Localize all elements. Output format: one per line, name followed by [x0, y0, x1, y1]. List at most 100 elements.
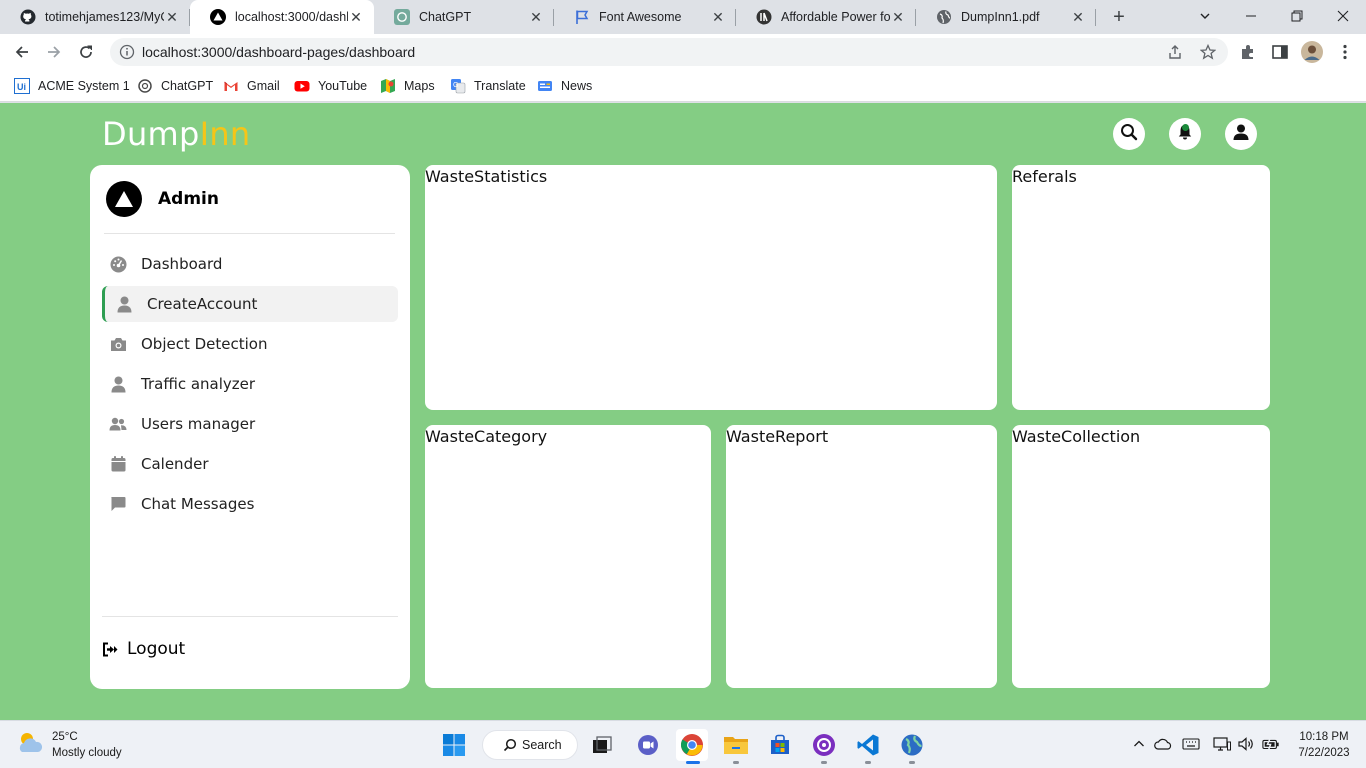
sidebar-item-users-manager[interactable]: Users manager [102, 406, 398, 442]
menu-kebab-icon[interactable] [1336, 43, 1354, 61]
reload-icon[interactable] [74, 40, 98, 64]
bookmark-chatgpt[interactable]: ChatGPT [137, 76, 213, 96]
tab-label: totimehjames123/MyC [45, 10, 164, 24]
bookmark-label: ChatGPT [161, 79, 214, 93]
weather-temp: 25°C [52, 731, 78, 743]
sidebar-item-calender[interactable]: Calender [102, 446, 398, 482]
profile-avatar[interactable] [1301, 41, 1323, 63]
bookmark-youtube[interactable]: YouTube [294, 76, 367, 96]
search-icon [1120, 123, 1138, 146]
chrome-taskbar-icon[interactable] [676, 729, 708, 764]
url-text[interactable]: localhost:3000/dashboard-pages/dashboard [142, 44, 415, 60]
card-waste-report: WasteReport [726, 425, 997, 688]
close-icon[interactable]: ✕ [348, 9, 364, 25]
bookmark-label: YouTube [318, 79, 368, 93]
sidebar-item-traffic-analyzer[interactable]: Traffic analyzer [102, 366, 398, 402]
bookmark-translate[interactable]: G Translate [450, 76, 526, 96]
address-bar[interactable]: localhost:3000/dashboard-pages/dashboard [110, 38, 1228, 66]
card-title: WasteStatistics [425, 167, 548, 186]
file-explorer-icon[interactable] [720, 729, 752, 764]
notifications-button[interactable] [1169, 118, 1201, 150]
side-panel-icon[interactable] [1271, 43, 1289, 61]
minimize-icon[interactable] [1228, 0, 1274, 30]
close-icon[interactable]: ✕ [890, 9, 906, 25]
vscode-icon[interactable] [852, 729, 884, 764]
close-icon[interactable]: ✕ [1070, 9, 1086, 25]
tab-github[interactable]: totimehjames123/MyC ✕ [0, 0, 190, 34]
sidebar-item-chat-messages[interactable]: Chat Messages [102, 486, 398, 522]
logout-button[interactable]: Logout [102, 637, 185, 661]
tab-label: Affordable Power for T [781, 10, 890, 24]
chevron-up-icon[interactable] [1130, 735, 1148, 753]
tab-search-icon[interactable] [1182, 0, 1228, 30]
tab-affordable-power[interactable]: Affordable Power for T ✕ [736, 0, 916, 34]
github-desktop-icon[interactable] [808, 729, 840, 764]
back-arrow-icon[interactable] [10, 40, 34, 64]
message-icon [109, 495, 127, 513]
news-icon [537, 78, 553, 94]
task-view-icon[interactable] [586, 729, 618, 761]
display-icon[interactable] [1213, 735, 1231, 753]
windows-start-icon[interactable] [438, 729, 470, 761]
tab-label: localhost:3000/dashbo [235, 10, 348, 24]
users-icon [109, 415, 127, 433]
weather-widget[interactable]: 25°C Mostly cloudy [16, 729, 122, 761]
info-icon[interactable] [119, 44, 135, 60]
window-close-icon[interactable] [1320, 0, 1366, 30]
card-waste-collection: WasteCollection [1012, 425, 1270, 688]
extensions-icon[interactable] [1239, 43, 1257, 61]
flag-icon [574, 9, 590, 25]
close-icon[interactable]: ✕ [164, 9, 180, 25]
battery-icon[interactable] [1262, 735, 1280, 753]
logout-label: Logout [127, 639, 186, 659]
profile-button[interactable] [1225, 118, 1257, 150]
sidebar-item-create-account[interactable]: CreateAccount [102, 286, 398, 322]
new-tab-button[interactable]: + [1108, 6, 1130, 28]
sidebar-item-dashboard[interactable]: Dashboard [102, 246, 398, 282]
browser-globe-icon[interactable] [896, 729, 928, 764]
tab-label: ChatGPT [419, 10, 472, 24]
running-indicator [821, 761, 827, 764]
share-icon[interactable] [1167, 44, 1183, 60]
bookmark-gmail[interactable]: Gmail [223, 76, 280, 96]
admin-avatar [106, 181, 142, 217]
weather-desc: Mostly cloudy [52, 747, 122, 759]
tab-font-awesome[interactable]: Font Awesome ✕ [554, 0, 736, 34]
onedrive-cloud-icon[interactable] [1154, 735, 1172, 753]
tab-localhost-dashboard[interactable]: localhost:3000/dashbo ✕ [190, 0, 374, 34]
tab-separator [1095, 9, 1096, 26]
bookmark-label: Maps [404, 79, 435, 93]
bookmark-acme[interactable]: Ui ACME System 1 [14, 76, 130, 96]
camera-icon [109, 335, 127, 353]
close-icon[interactable]: ✕ [710, 9, 726, 25]
card-title: Referals [1012, 167, 1077, 186]
bookmark-label: Translate [474, 79, 526, 93]
close-icon[interactable]: ✕ [528, 9, 544, 25]
brand-icon [756, 9, 772, 25]
microsoft-store-icon[interactable] [764, 729, 796, 761]
keyboard-icon[interactable] [1182, 735, 1200, 753]
sidebar-item-object-detection[interactable]: Object Detection [102, 326, 398, 362]
windows-taskbar: 25°C Mostly cloudy Search 10:18 PM 7/22/… [0, 720, 1366, 768]
taskbar-search[interactable]: Search [482, 730, 578, 760]
restore-icon[interactable] [1274, 0, 1320, 30]
teams-chat-icon[interactable] [632, 729, 664, 761]
app-logo[interactable]: DumpInn [102, 115, 251, 153]
card-waste-statistics: WasteStatistics [425, 165, 997, 410]
star-icon[interactable] [1199, 43, 1217, 60]
search-button[interactable] [1113, 118, 1145, 150]
logo-part-dump: Dump [102, 115, 200, 153]
tab-dumpinn-pdf[interactable]: DumpInn1.pdf ✕ [916, 0, 1096, 34]
tab-chatgpt[interactable]: ChatGPT ✕ [374, 0, 554, 34]
system-clock[interactable]: 10:18 PM 7/22/2023 [1290, 729, 1358, 761]
tab-label: Font Awesome [599, 10, 682, 24]
divider [102, 616, 398, 617]
tab-label: DumpInn1.pdf [961, 10, 1040, 24]
forward-arrow-icon[interactable] [42, 40, 66, 64]
volume-icon[interactable] [1237, 735, 1255, 753]
bookmark-news[interactable]: News [537, 76, 592, 96]
sidebar-nav: Dashboard CreateAccount Object Detection… [102, 246, 398, 526]
bookmark-maps[interactable]: Maps [380, 76, 435, 96]
card-waste-category: WasteCategory [425, 425, 711, 688]
logo-part-inn: Inn [199, 115, 251, 153]
